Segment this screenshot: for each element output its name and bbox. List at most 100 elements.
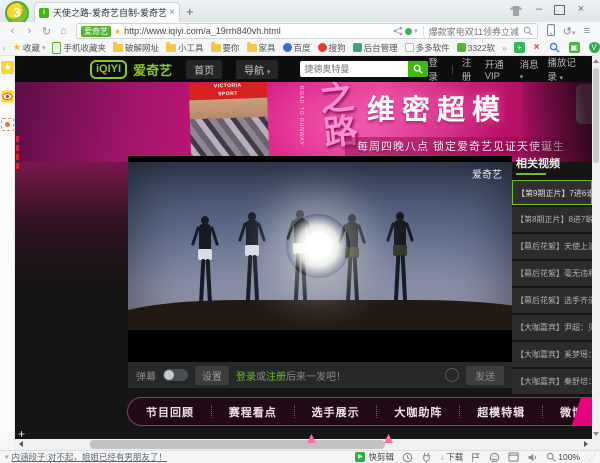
bookmark-folder-4[interactable]: 家具 — [247, 42, 276, 54]
bookmark-folder-3[interactable]: 要你 — [211, 42, 240, 54]
tab-close-icon[interactable]: × — [169, 7, 175, 18]
webpage-viewport: iQIYI 爱奇艺 首页 导航 ▾ 登录 | 注册 开通VIP 消息 ▾ 播放记… — [15, 56, 592, 439]
section-tab-guests[interactable]: 大咖助阵 — [394, 404, 442, 420]
related-video-item[interactable]: 【第8期正片】8进7蜕变T台秀 — [512, 207, 592, 232]
bookmark-baidu[interactable]: 百度 — [283, 42, 311, 54]
section-tab-specials[interactable]: 超模特辑 — [477, 404, 525, 420]
security-shield-icon[interactable]: V — [589, 42, 600, 53]
recently-closed-button[interactable]: ↺▾ — [560, 25, 578, 38]
danmu-login-hint: 登录或注册后来一发吧！ — [236, 368, 346, 383]
popup-window-icon[interactable] — [508, 452, 519, 462]
scroll-up-arrow[interactable] — [593, 59, 599, 63]
horizontal-scroll-thumb[interactable] — [90, 440, 385, 449]
search-extension-icon[interactable] — [549, 42, 560, 53]
close-button[interactable]: × — [572, 3, 590, 15]
home-button[interactable]: ⌂ — [55, 25, 72, 37]
vip-link[interactable]: 开通VIP — [485, 57, 512, 82]
send-danmu-button[interactable]: 发送 — [466, 366, 504, 385]
search-hotword[interactable]: 爆款家电双11领券立减 — [429, 25, 519, 38]
scroll-down-arrow[interactable] — [593, 432, 599, 436]
address-dropdown-icon[interactable]: ▾ — [414, 27, 418, 35]
forward-button[interactable]: › — [21, 25, 38, 37]
speed-mode-icon[interactable] — [402, 452, 413, 463]
scroll-left-arrow[interactable] — [19, 441, 23, 447]
related-video-item[interactable]: 【大咖嘉宾】奚梦瑶：吴 — [512, 342, 592, 367]
browser-tab[interactable]: i 天使之路-爱奇艺自制-爱奇艺 × — [34, 2, 180, 22]
url-input[interactable] — [124, 25, 393, 37]
scroll-right-arrow[interactable] — [584, 441, 588, 447]
mobile-sync-button[interactable] — [542, 24, 560, 39]
back-button[interactable]: ‹ — [4, 25, 21, 37]
maximize-button[interactable] — [550, 3, 568, 15]
skin-theme-button[interactable] — [510, 6, 528, 16]
bookmark-3322[interactable]: 3322软 — [457, 42, 495, 54]
translate-extension-icon[interactable]: + — [514, 42, 525, 53]
iqiyi-logo[interactable]: iQIYI — [90, 60, 127, 79]
capture-tool-icon[interactable] — [1, 118, 14, 131]
search-icon[interactable] — [523, 26, 533, 36]
related-video-item[interactable]: 【幕后花絮】天使上演百变造型 — [512, 234, 592, 259]
resize-grip[interactable]: ⋰ — [588, 453, 595, 462]
minimize-button[interactable]: – — [530, 3, 548, 15]
related-video-item[interactable]: 【幕后花絮】毫无违和！超模 — [512, 261, 592, 286]
download-button[interactable]: ↓下载 — [440, 451, 463, 463]
bookmarks-overflow-icon[interactable]: » — [502, 43, 507, 53]
compatibility-mode-icon[interactable] — [489, 452, 500, 463]
plugin-icon[interactable] — [421, 452, 432, 463]
bookmark-mobile-favorites[interactable]: 手机收藏夹 — [52, 42, 106, 54]
status-icons: ▶快剪辑 ↓下载 100% ⋰ — [355, 451, 595, 463]
related-video-item[interactable]: 【第9期正片】7进6谁惨遭淘汰 — [512, 180, 592, 205]
bookmarks-collapse-icon[interactable]: ‹ — [3, 43, 6, 53]
related-video-item[interactable]: 【幕后花絮】选手齐造反？ — [512, 288, 592, 313]
video-player[interactable]: 爱奇艺 弹幕 设置 登录或注册后来一发吧！ 发送 — [128, 156, 512, 388]
bookmark-admin[interactable]: 后台管理 — [353, 42, 398, 54]
bookmark-sogou[interactable]: 搜狗 — [318, 42, 346, 54]
page-zoom-control[interactable]: 100% — [546, 452, 580, 462]
eye-protect-icon[interactable] — [1, 90, 14, 103]
register-link[interactable]: 注册 — [462, 56, 477, 83]
messages-link[interactable]: 消息 ▾ — [520, 57, 540, 82]
related-video-item[interactable]: 【大咖嘉宾】秦舒培：做 — [512, 369, 592, 394]
danmu-settings-button[interactable]: 设置 — [195, 366, 229, 385]
section-tab-highlights[interactable]: 赛程看点 — [229, 404, 277, 420]
section-tab-contestants[interactable]: 选手展示 — [312, 404, 360, 420]
bookmark-folder-1[interactable]: 破解网址 — [113, 42, 159, 54]
ticker-chevron-icon[interactable]: ▾ — [5, 453, 9, 461]
nav-home[interactable]: 首页 — [186, 60, 222, 79]
vertical-scrollbar[interactable] — [592, 56, 600, 439]
site-search-button[interactable] — [408, 61, 428, 77]
security-status-icon[interactable] — [405, 28, 412, 35]
status-bar: ▾ 内涵段子:对不起，姐姐已经有男朋友了！ ▶快剪辑 ↓下载 100% ⋰ — [0, 450, 600, 463]
site-search-input[interactable] — [300, 61, 408, 77]
nav-directory[interactable]: 导航 ▾ — [236, 60, 278, 79]
history-link[interactable]: 播放记录 ▾ — [547, 56, 582, 83]
login-link[interactable]: 登录 — [428, 56, 443, 83]
horizontal-scrollbar[interactable] — [15, 439, 592, 450]
show-banner[interactable]: VICTORIASPORT ROAD TO RUNWAY 之路 维密超模 每周四… — [15, 82, 592, 162]
bookmark-folder-2[interactable]: 小工具 — [166, 42, 204, 54]
adblock-extension-icon[interactable]: × — [534, 42, 540, 53]
flag-report-icon[interactable] — [471, 452, 481, 463]
login-link[interactable]: 登录 — [236, 372, 256, 383]
video-frame[interactable]: 爱奇艺 — [128, 162, 512, 330]
quick-clip-button[interactable]: ▶快剪辑 — [355, 451, 394, 463]
news-ticker-link[interactable]: 内涵段子:对不起，姐姐已经有男朋友了！ — [12, 451, 167, 463]
register-link[interactable]: 注册 — [266, 372, 286, 383]
danmu-toggle[interactable] — [163, 369, 188, 381]
maximize-icon — [554, 5, 565, 15]
menu-button[interactable]: ≡ — [578, 25, 596, 37]
emoji-picker-icon[interactable] — [445, 368, 459, 382]
bookmark-duoduo[interactable]: 多多软件 — [405, 42, 450, 54]
new-tab-button[interactable]: + — [186, 4, 194, 19]
section-tab-recap[interactable]: 节目回顾 — [146, 404, 194, 420]
refresh-button[interactable]: ↻ — [38, 25, 55, 38]
volume-icon[interactable] — [527, 452, 538, 463]
favorites-panel-icon[interactable]: ★ — [1, 61, 14, 74]
vertical-scroll-thumb[interactable] — [593, 68, 599, 163]
address-bar[interactable]: 爱奇艺 ★ ▾ 爆款家电双11领券立减 — [76, 23, 538, 39]
related-video-item[interactable]: 【大咖嘉宾】尹超：见面会 — [512, 315, 592, 340]
iqiyi-brand[interactable]: 爱奇艺 — [133, 60, 172, 79]
share-icon[interactable] — [393, 26, 403, 36]
bookmark-favorites[interactable]: ★收藏▾ — [13, 42, 46, 54]
screenshot-extension-icon[interactable]: ▣ — [569, 42, 580, 53]
